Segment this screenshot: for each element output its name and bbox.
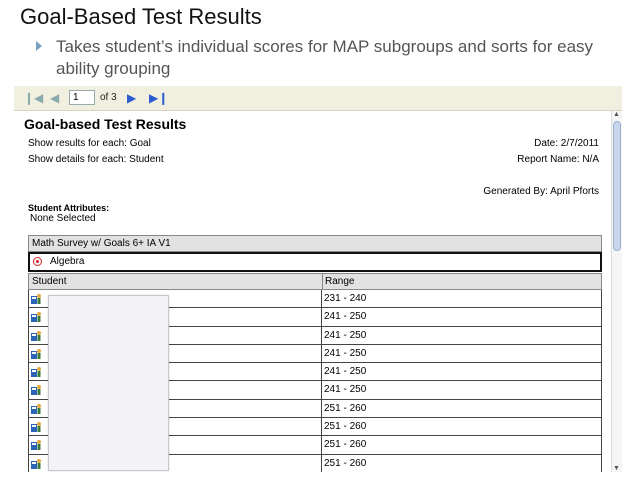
table-header: Student Range <box>28 273 602 290</box>
scroll-up-icon[interactable]: ▲ <box>613 111 620 118</box>
redacted-student-names <box>48 295 169 471</box>
range-value: 251 - 260 <box>324 421 367 433</box>
column-header-student: Student <box>32 276 67 287</box>
bullet-arrow-icon <box>36 41 42 51</box>
show-results-label: Show results for each: Goal <box>28 138 151 149</box>
scroll-down-icon[interactable]: ▼ <box>613 465 620 472</box>
range-value: 251 - 260 <box>324 457 367 469</box>
range-value: 251 - 260 <box>324 439 367 451</box>
student-icon[interactable] <box>30 348 42 360</box>
range-value: 241 - 250 <box>324 311 367 323</box>
last-page-icon[interactable]: ▶❙ <box>149 91 168 105</box>
bullet-text: Takes student’s individual scores for MA… <box>56 37 594 78</box>
report-title: Goal-based Test Results <box>24 116 187 132</box>
show-details-label: Show details for each: Student <box>28 154 164 165</box>
goal-label: Algebra <box>50 256 85 267</box>
test-group-header: Math Survey w/ Goals 6+ IA V1 <box>28 235 602 252</box>
next-page-icon[interactable]: ▶ <box>127 91 136 105</box>
first-page-icon[interactable]: ❙◀ <box>24 91 43 105</box>
slide-title: Goal-Based Test Results <box>20 4 262 29</box>
student-icon[interactable] <box>30 311 42 323</box>
report-date: Date: 2/7/2011 <box>534 138 599 149</box>
scroll-thumb[interactable] <box>613 121 621 251</box>
goal-header[interactable]: Algebra <box>28 252 602 272</box>
student-icon[interactable] <box>30 293 42 305</box>
range-value: 241 - 250 <box>324 347 367 359</box>
student-icon[interactable] <box>30 330 42 342</box>
collapse-goal-icon[interactable] <box>33 257 42 266</box>
report-name: Report Name: N/A <box>517 154 599 165</box>
pager-toolbar: ❙◀ ◀ of 3 ▶ ▶❙ <box>14 86 622 111</box>
report-page: Goal-based Test Results Show results for… <box>14 111 609 472</box>
range-value: 241 - 250 <box>324 329 367 341</box>
column-header-range: Range <box>325 276 355 287</box>
student-icon[interactable] <box>30 403 42 415</box>
previous-page-icon[interactable]: ◀ <box>50 91 59 105</box>
vertical-scrollbar[interactable]: ▲ ▼ <box>611 111 622 472</box>
range-value: 241 - 250 <box>324 366 367 378</box>
student-icon[interactable] <box>30 458 42 470</box>
range-value: 231 - 240 <box>324 293 367 304</box>
student-icon[interactable] <box>30 439 42 451</box>
page-number-input[interactable] <box>69 90 95 105</box>
range-value: 251 - 260 <box>324 402 367 414</box>
student-icon[interactable] <box>30 384 42 396</box>
student-attributes-value: None Selected <box>30 213 96 224</box>
student-icon[interactable] <box>30 366 42 378</box>
student-icon[interactable] <box>30 421 42 433</box>
report-viewer: ❙◀ ◀ of 3 ▶ ▶❙ Goal-based Test Results S… <box>14 86 622 472</box>
range-value: 241 - 250 <box>324 384 367 396</box>
page-count-label: of 3 <box>100 92 117 103</box>
generated-by: Generated By: April Pforts <box>483 186 599 197</box>
